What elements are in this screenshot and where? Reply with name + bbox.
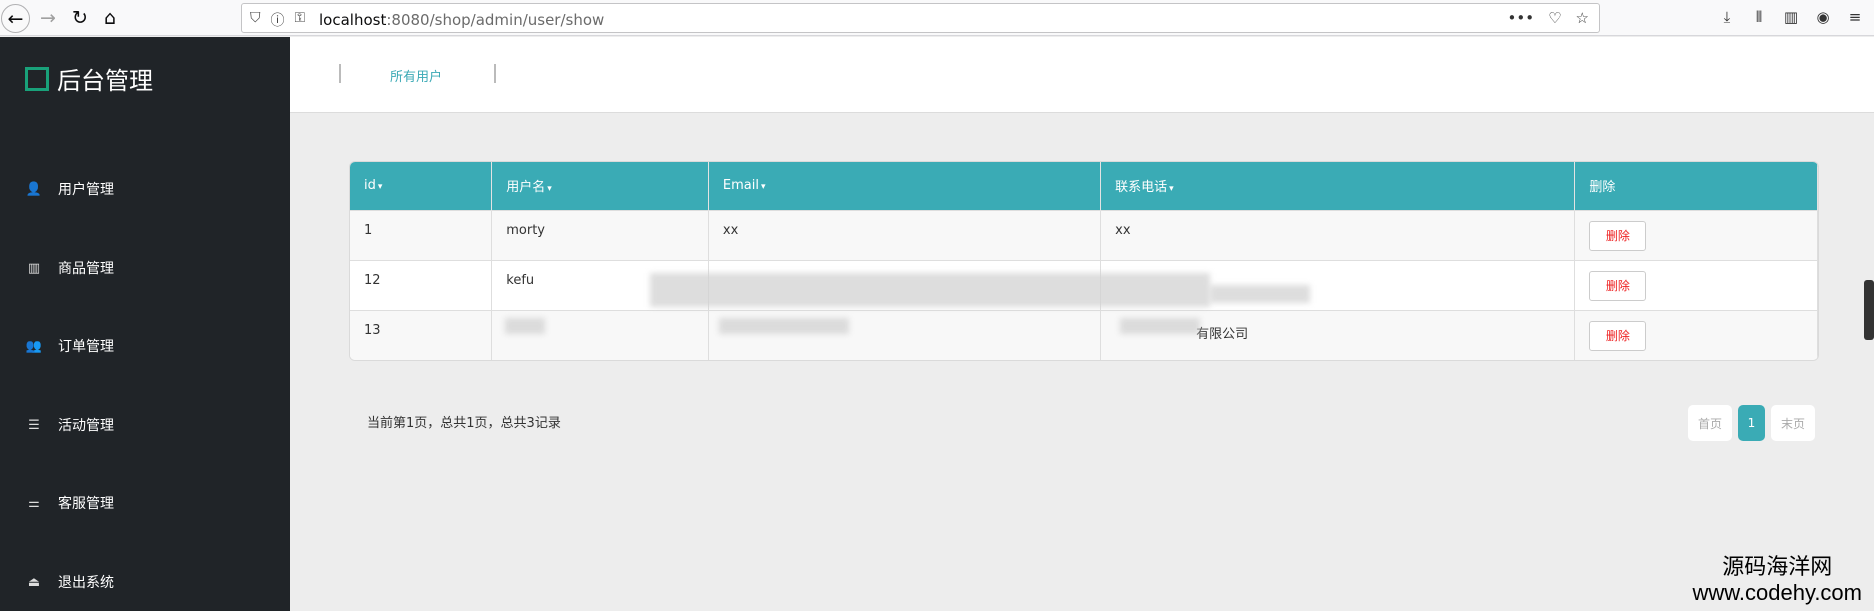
pagination-info: 当前第1页，总共1页，总共3记录: [367, 416, 561, 431]
sidebar-toggle-icon[interactable]: ▥: [1782, 8, 1800, 26]
sidebar: 后台管理 👤 用户管理 ▥ 商品管理 👥 订单管理 ☰ 活动管理 ⚌ 客服管理 …: [0, 37, 290, 611]
sliders-icon: ⚌: [28, 495, 40, 511]
menu-icon[interactable]: ≡: [1846, 8, 1864, 26]
brand-title: 后台管理: [57, 67, 153, 95]
eject-icon: ⏏: [27, 574, 41, 590]
cell-id: 12: [350, 259, 493, 310]
shield-icon[interactable]: ⛉: [250, 10, 261, 30]
header-label: 删除: [1589, 180, 1616, 196]
header-label: 用户名: [506, 180, 546, 196]
redaction-mask: [1210, 285, 1310, 303]
users-icon: 👥: [25, 338, 43, 354]
sidebar-item-label: 退出系统: [58, 575, 114, 591]
brand-logo-icon: [25, 66, 49, 91]
page-1-button[interactable]: 1: [1738, 405, 1765, 441]
header-label: Email: [722, 178, 759, 194]
bookmark-star-icon[interactable]: ☆: [1576, 9, 1589, 27]
cell-action: 删除: [1574, 309, 1818, 360]
top-tab-bar: 所有用户: [290, 37, 1874, 113]
delete-button[interactable]: 删除: [1589, 220, 1647, 251]
cell-email: xx: [708, 209, 1102, 260]
header-label: 联系电话: [1115, 180, 1168, 196]
sidebar-item-label: 订单管理: [58, 339, 114, 355]
library-icon[interactable]: ⫴: [1750, 8, 1768, 26]
forward-icon[interactable]: →: [34, 4, 62, 32]
header-label: id: [364, 178, 376, 194]
sort-caret-icon: ▾: [760, 182, 766, 193]
sidebar-item-label: 商品管理: [58, 261, 114, 277]
cell-action: 删除: [1574, 259, 1818, 310]
users-table: id ▾ 用户名 ▾ Email ▾ 联系电话 ▾ 删除 1 morty xx xx 删…: [349, 161, 1819, 361]
sort-caret-icon: ▾: [1169, 184, 1174, 195]
column-header-phone[interactable]: 联系电话 ▾: [1100, 162, 1576, 210]
download-icon[interactable]: ⤓: [1718, 8, 1736, 26]
info-icon[interactable]: ⓘ: [271, 10, 285, 30]
cell-action: 删除: [1574, 209, 1818, 260]
redaction-mask: [1120, 318, 1200, 334]
table-header-row: id ▾ 用户名 ▾ Email ▾ 联系电话 ▾ 删除: [350, 162, 1818, 210]
watermark-url: www.codehy.com: [1692, 580, 1862, 605]
column-header-username[interactable]: 用户名 ▾: [491, 162, 709, 210]
sidebar-item-label: 活动管理: [58, 418, 114, 434]
account-icon[interactable]: ◉: [1814, 8, 1832, 26]
sidebar-item-activities[interactable]: ☰ 活动管理: [24, 413, 114, 437]
user-icon: 👤: [25, 181, 43, 197]
sidebar-item-users[interactable]: 👤 用户管理: [24, 177, 114, 201]
bar-chart-icon: ▥: [27, 260, 41, 276]
database-icon: ☰: [28, 417, 40, 433]
table-row: 13 有限公司 删除: [350, 309, 1818, 360]
first-page-button[interactable]: 首页: [1688, 405, 1732, 441]
column-header-email[interactable]: Email ▾: [708, 162, 1102, 210]
permissions-icon[interactable]: ⚿: [295, 10, 306, 30]
address-bar[interactable]: ⛉ ⓘ ⚿ localhost:8080/shop/admin/user/sho…: [241, 3, 1600, 33]
delete-button[interactable]: 删除: [1589, 270, 1647, 301]
tab-divider: [339, 64, 341, 83]
sidebar-item-products[interactable]: ▥ 商品管理: [24, 256, 114, 280]
cell-username: morty: [491, 209, 709, 260]
column-header-delete: 删除: [1574, 162, 1818, 210]
sidebar-item-label: 客服管理: [58, 496, 114, 512]
redaction-mask: [505, 318, 545, 334]
last-page-button[interactable]: 末页: [1771, 405, 1815, 441]
redaction-mask: [719, 318, 849, 334]
watermark-cn: 源码海洋网: [1722, 555, 1833, 580]
watermark: 源码海洋网 www.codehy.com: [1692, 555, 1862, 605]
browser-toolbar: ← → ↻ ⌂ ⛉ ⓘ ⚿ localhost:8080/shop/admin/…: [0, 0, 1874, 36]
sort-caret-icon: ▾: [547, 184, 552, 195]
scrollbar-handle[interactable]: [1864, 280, 1874, 340]
sort-caret-icon: ▾: [377, 182, 383, 193]
sidebar-item-logout[interactable]: ⏏ 退出系统: [24, 570, 114, 594]
sidebar-item-label: 用户管理: [58, 182, 114, 198]
url-host: localhost: [319, 11, 387, 29]
delete-button[interactable]: 删除: [1589, 320, 1647, 351]
cell-id: 1: [350, 209, 493, 260]
column-header-id[interactable]: id ▾: [350, 162, 493, 210]
cell-id: 13: [350, 309, 493, 360]
tab-divider: [494, 64, 496, 83]
sidebar-item-customer-service[interactable]: ⚌ 客服管理: [24, 491, 114, 515]
more-actions-icon[interactable]: •••: [1508, 9, 1535, 27]
url-text[interactable]: localhost:8080/shop/admin/user/show: [319, 11, 604, 29]
back-icon[interactable]: ←: [1, 4, 30, 33]
pocket-icon[interactable]: ♡: [1548, 9, 1561, 27]
reload-icon[interactable]: ↻: [66, 4, 94, 32]
redaction-mask: [650, 273, 1210, 307]
url-path: :8080/shop/admin/user/show: [386, 11, 605, 29]
tab-all-users[interactable]: 所有用户: [390, 66, 442, 85]
table-row: 1 morty xx xx 删除: [350, 209, 1818, 260]
cell-phone: xx: [1100, 209, 1576, 260]
home-icon[interactable]: ⌂: [96, 4, 124, 32]
pagination: 首页 1 末页: [1688, 405, 1815, 441]
brand: 后台管理: [25, 61, 153, 96]
sidebar-item-orders[interactable]: 👥 订单管理: [24, 334, 114, 358]
